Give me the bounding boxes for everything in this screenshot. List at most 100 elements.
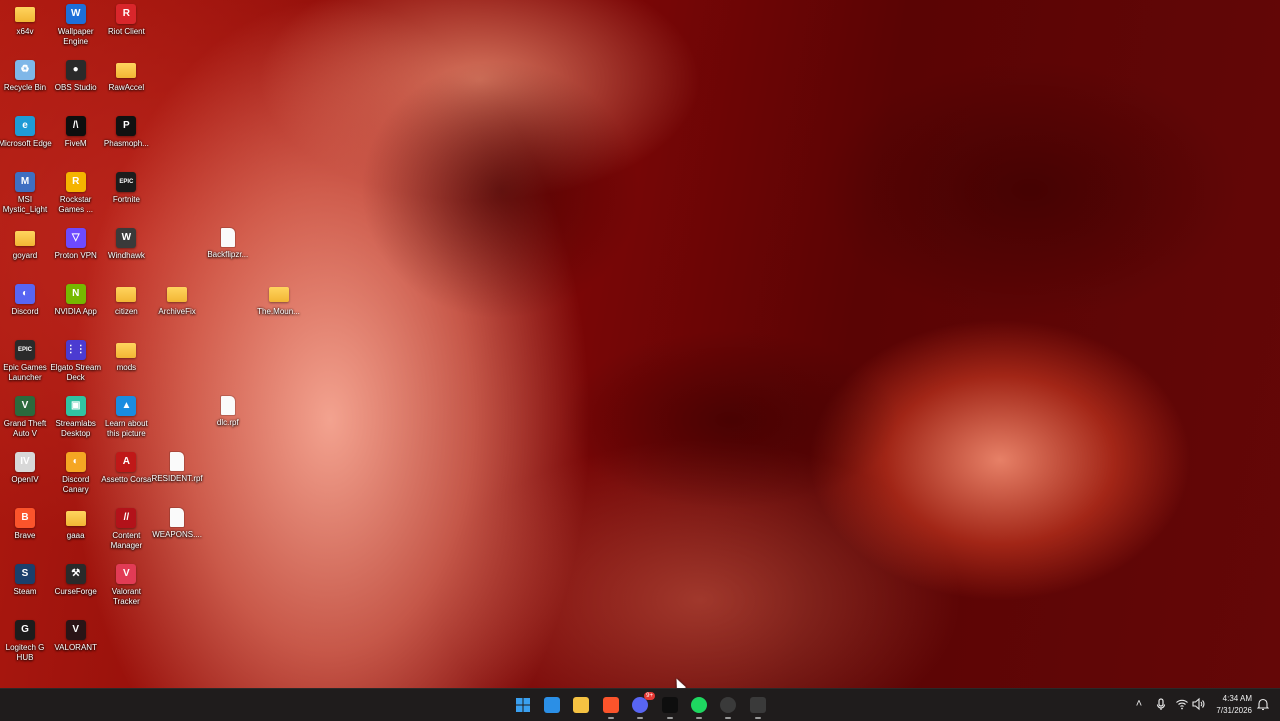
folder-icon — [116, 287, 137, 302]
show-hidden-icons-chevron-icon[interactable]: ˄ — [1132, 697, 1146, 711]
desktop-icon-label: Wallpaper Engine — [57, 27, 94, 46]
desktop-icon[interactable]: R Riot Client — [101, 4, 151, 37]
desktop-icon[interactable]: ▣ Streamlabs Desktop — [51, 396, 101, 439]
folder-icon — [116, 343, 137, 358]
brave-icon — [603, 697, 619, 713]
desktop-icon-label: Recycle Bin — [3, 83, 47, 92]
desktop-icon[interactable]: IV OpenIV — [0, 452, 50, 485]
notification-badge: 9+ — [644, 692, 655, 700]
rockstar-games-icon: R — [65, 172, 86, 192]
mouse-cursor — [671, 676, 687, 688]
desktop-icon[interactable]: The.Moun... — [254, 284, 304, 317]
desktop-icon[interactable]: e Microsoft Edge — [0, 116, 52, 149]
desktop-icon[interactable]: W Windhawk — [101, 228, 151, 261]
desktop-icon[interactable]: RawAccel — [101, 60, 151, 93]
desktop-icon[interactable]: Backflipzr... — [203, 228, 253, 260]
valorant-tracker-icon: V — [116, 564, 137, 584]
desktop-icon[interactable]: ⚒ CurseForge — [51, 564, 101, 597]
running-indicator — [608, 717, 614, 719]
desktop-icon[interactable]: x64v — [0, 4, 50, 37]
desktop-icon-label: NVIDIA App — [54, 307, 97, 316]
taskbar-spotify[interactable] — [689, 695, 709, 719]
desktop-icon[interactable]: gaaa — [51, 508, 101, 541]
desktop-icon[interactable]: EPIC Epic Games Launcher — [0, 340, 50, 383]
desktop-icon[interactable]: ◐ Discord — [0, 284, 50, 317]
taskbar-file-explorer[interactable] — [571, 695, 591, 715]
start-button[interactable] — [513, 695, 533, 715]
folder-icon — [15, 231, 35, 246]
desktop-icon[interactable]: RESIDENT.rpf — [151, 452, 203, 484]
desktop-icon[interactable]: P Phasmoph... — [101, 116, 151, 149]
desktop-icon[interactable]: R Rockstar Games ... — [51, 172, 101, 215]
desktop-icon[interactable]: G Logitech G HUB — [0, 620, 50, 663]
desktop-icon-label: FiveM — [64, 139, 87, 148]
stream-deck-icon: ⋮⋮ — [65, 340, 86, 360]
learn-about-picture-icon: ▲ — [116, 396, 137, 416]
volume-icon[interactable] — [1191, 697, 1205, 711]
desktop-icon[interactable]: dlc.rpf — [203, 396, 253, 428]
desktop-icon-label: Discord — [11, 307, 39, 316]
windhawk-icon: W — [116, 228, 137, 248]
desktop-icon[interactable]: ▲ Learn about this picture — [101, 396, 151, 439]
desktop-icon[interactable]: B Brave — [0, 508, 50, 541]
logitech-g-hub-icon: G — [15, 620, 35, 640]
desktop-icon[interactable]: /\ FiveM — [51, 116, 101, 149]
desktop-icon-label: Backflipzr... — [207, 250, 249, 259]
desktop-icon[interactable]: mods — [101, 340, 151, 373]
desktop[interactable]: x64v W Wallpaper Engine R Riot Client ♻ Recycl… — [0, 0, 1280, 688]
desktop-icon-label: RESIDENT.rpf — [151, 474, 203, 483]
folder-icon — [116, 63, 137, 78]
desktop-icon-label: Microsoft Edge — [0, 139, 52, 148]
epic-games-icon: EPIC — [15, 340, 35, 360]
wifi-icon[interactable] — [1175, 697, 1189, 711]
desktop-icon[interactable]: ▽ Proton VPN — [51, 228, 101, 261]
desktop-icon-label: CurseForge — [54, 587, 97, 596]
phasmophobia-icon: P — [116, 116, 137, 136]
desktop-icon[interactable]: goyard — [0, 228, 50, 261]
desktop-icon[interactable]: ◐ Discord Canary — [51, 452, 101, 495]
file-icon — [170, 508, 185, 527]
desktop-icon[interactable]: S Steam — [0, 564, 50, 597]
taskbar-windhawk[interactable] — [748, 695, 768, 719]
running-indicator — [755, 717, 761, 719]
fivem-icon: /\ — [65, 116, 86, 136]
desktop-icon[interactable]: M MSI Mystic_Light — [0, 172, 50, 215]
notifications-bell-icon[interactable] — [1256, 697, 1270, 711]
desktop-icon[interactable]: V VALORANT — [51, 620, 101, 653]
desktop-icon[interactable]: W Wallpaper Engine — [51, 4, 101, 47]
microphone-icon[interactable] — [1154, 697, 1168, 711]
taskbar-brave[interactable] — [601, 695, 621, 719]
taskbar-chrome[interactable] — [718, 695, 738, 719]
desktop-icon[interactable]: ● OBS Studio — [51, 60, 101, 93]
taskbar-discord[interactable]: 9+ — [630, 692, 655, 719]
riot-client-icon: R — [116, 4, 137, 24]
folder-icon — [15, 7, 35, 22]
desktop-icon[interactable]: ArchiveFix — [152, 284, 202, 317]
desktop-icon-label: Riot Client — [107, 27, 145, 36]
running-indicator — [696, 717, 702, 719]
desktop-icon[interactable]: ⋮⋮ Elgato Stream Deck — [50, 340, 101, 383]
desktop-icon[interactable]: ♻ Recycle Bin — [0, 60, 50, 93]
desktop-icon[interactable]: // Content Manager — [101, 508, 151, 551]
streamlabs-icon: ▣ — [65, 396, 86, 416]
desktop-icon-label: goyard — [12, 251, 38, 260]
taskbar-microsoft-store[interactable] — [542, 695, 562, 715]
taskbar-fivem[interactable] — [660, 695, 680, 719]
desktop-icon[interactable]: V Grand Theft Auto V — [0, 396, 50, 439]
clock-date: 7/31/2026 — [1216, 706, 1252, 715]
desktop-icon[interactable]: WEAPONS.... — [152, 508, 202, 540]
windows-start-icon — [515, 697, 531, 713]
desktop-icon-label: Logitech G HUB — [5, 643, 45, 662]
obs-studio-icon: ● — [65, 60, 86, 80]
desktop-icon[interactable]: A Assetto Corsa — [101, 452, 152, 485]
desktop-icon[interactable]: N NVIDIA App — [51, 284, 101, 317]
desktop-icon[interactable]: EPIC Fortnite — [101, 172, 151, 205]
desktop-icon-label: Proton VPN — [54, 251, 97, 260]
desktop-icon[interactable]: V Valorant Tracker — [101, 564, 151, 607]
desktop-icon-label: dlc.rpf — [216, 418, 239, 427]
desktop-icon[interactable]: citizen — [101, 284, 151, 317]
desktop-icon-label: MSI Mystic_Light — [2, 195, 48, 214]
taskbar: 9+ ˄ 4:34 AM 7/31/2026 — [0, 688, 1280, 721]
wallpaper-shadow — [360, 60, 640, 320]
clock[interactable]: 4:34 AM 7/31/2026 — [1216, 693, 1252, 717]
